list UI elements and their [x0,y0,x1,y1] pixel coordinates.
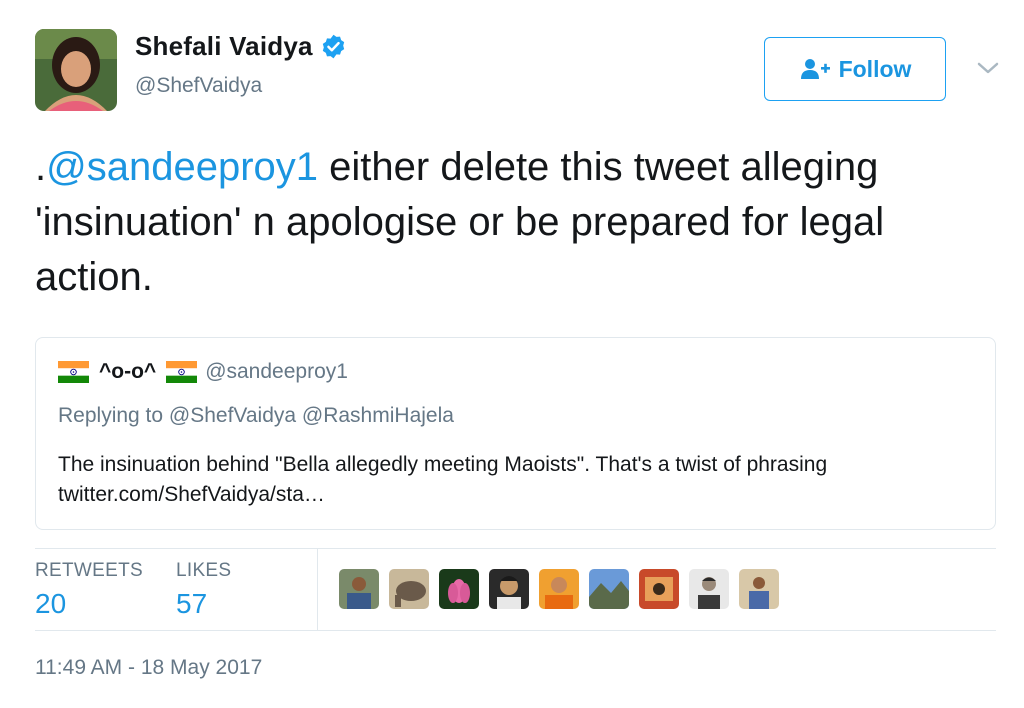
quoted-tweet-header: ^o-o^ @sandeeproy1 [58,360,348,384]
divider [35,630,996,631]
quoted-tweet[interactable]: ^o-o^ @sandeeproy1 Replying to @ShefVaid… [35,337,996,530]
liker-avatars [339,569,789,609]
quoted-display-name[interactable]: ^o-o^ [99,360,156,384]
retweets-count: 20 [35,588,67,619]
india-flag-icon [166,361,198,383]
retweets-stat[interactable]: RETWEETS 20 [35,560,143,620]
quoted-replying-to: Replying to @ShefVaidya @RashmiHajela [58,404,454,427]
divider [35,548,996,549]
author-avatar[interactable] [35,29,117,111]
quoted-link[interactable]: twitter.com/ShefVaidya/sta… [58,480,978,510]
tweet-text-prefix: . [35,145,47,189]
quoted-text-line: The insinuation behind "Bella allegedly … [58,453,828,476]
follow-label: Follow [838,55,912,82]
liker-avatar[interactable] [639,569,679,609]
author-handle[interactable]: @ShefVaidya [135,74,262,98]
quoted-tweet-text: The insinuation behind "Bella allegedly … [58,450,978,510]
likes-stat[interactable]: LIKES 57 [176,560,231,620]
india-flag-icon [58,361,89,383]
liker-avatar[interactable] [439,569,479,609]
tweet-mention-link[interactable]: @sandeeproy1 [46,145,318,189]
likes-count: 57 [176,588,208,619]
author-display-name[interactable]: Shefali Vaidya [135,31,313,62]
liker-avatar[interactable] [489,569,529,609]
chevron-down-icon[interactable] [976,56,1000,80]
quoted-handle[interactable]: @sandeeproy1 [205,360,348,384]
retweets-label: RETWEETS [35,560,143,581]
liker-avatar[interactable] [389,569,429,609]
verified-badge-icon [320,33,347,60]
follow-user-icon [799,57,831,81]
author-name-row: Shefali Vaidya [135,31,347,62]
liker-avatar[interactable] [539,569,579,609]
liker-avatar[interactable] [739,569,779,609]
liker-avatar[interactable] [339,569,379,609]
tweet-timestamp[interactable]: 11:49 AM - 18 May 2017 [35,656,262,680]
divider [317,549,318,630]
tweet-text: .@sandeeproy1 either delete this tweet a… [35,140,995,305]
liker-avatar[interactable] [689,569,729,609]
likes-label: LIKES [176,560,232,581]
follow-button[interactable]: Follow [764,37,946,101]
liker-avatar[interactable] [589,569,629,609]
